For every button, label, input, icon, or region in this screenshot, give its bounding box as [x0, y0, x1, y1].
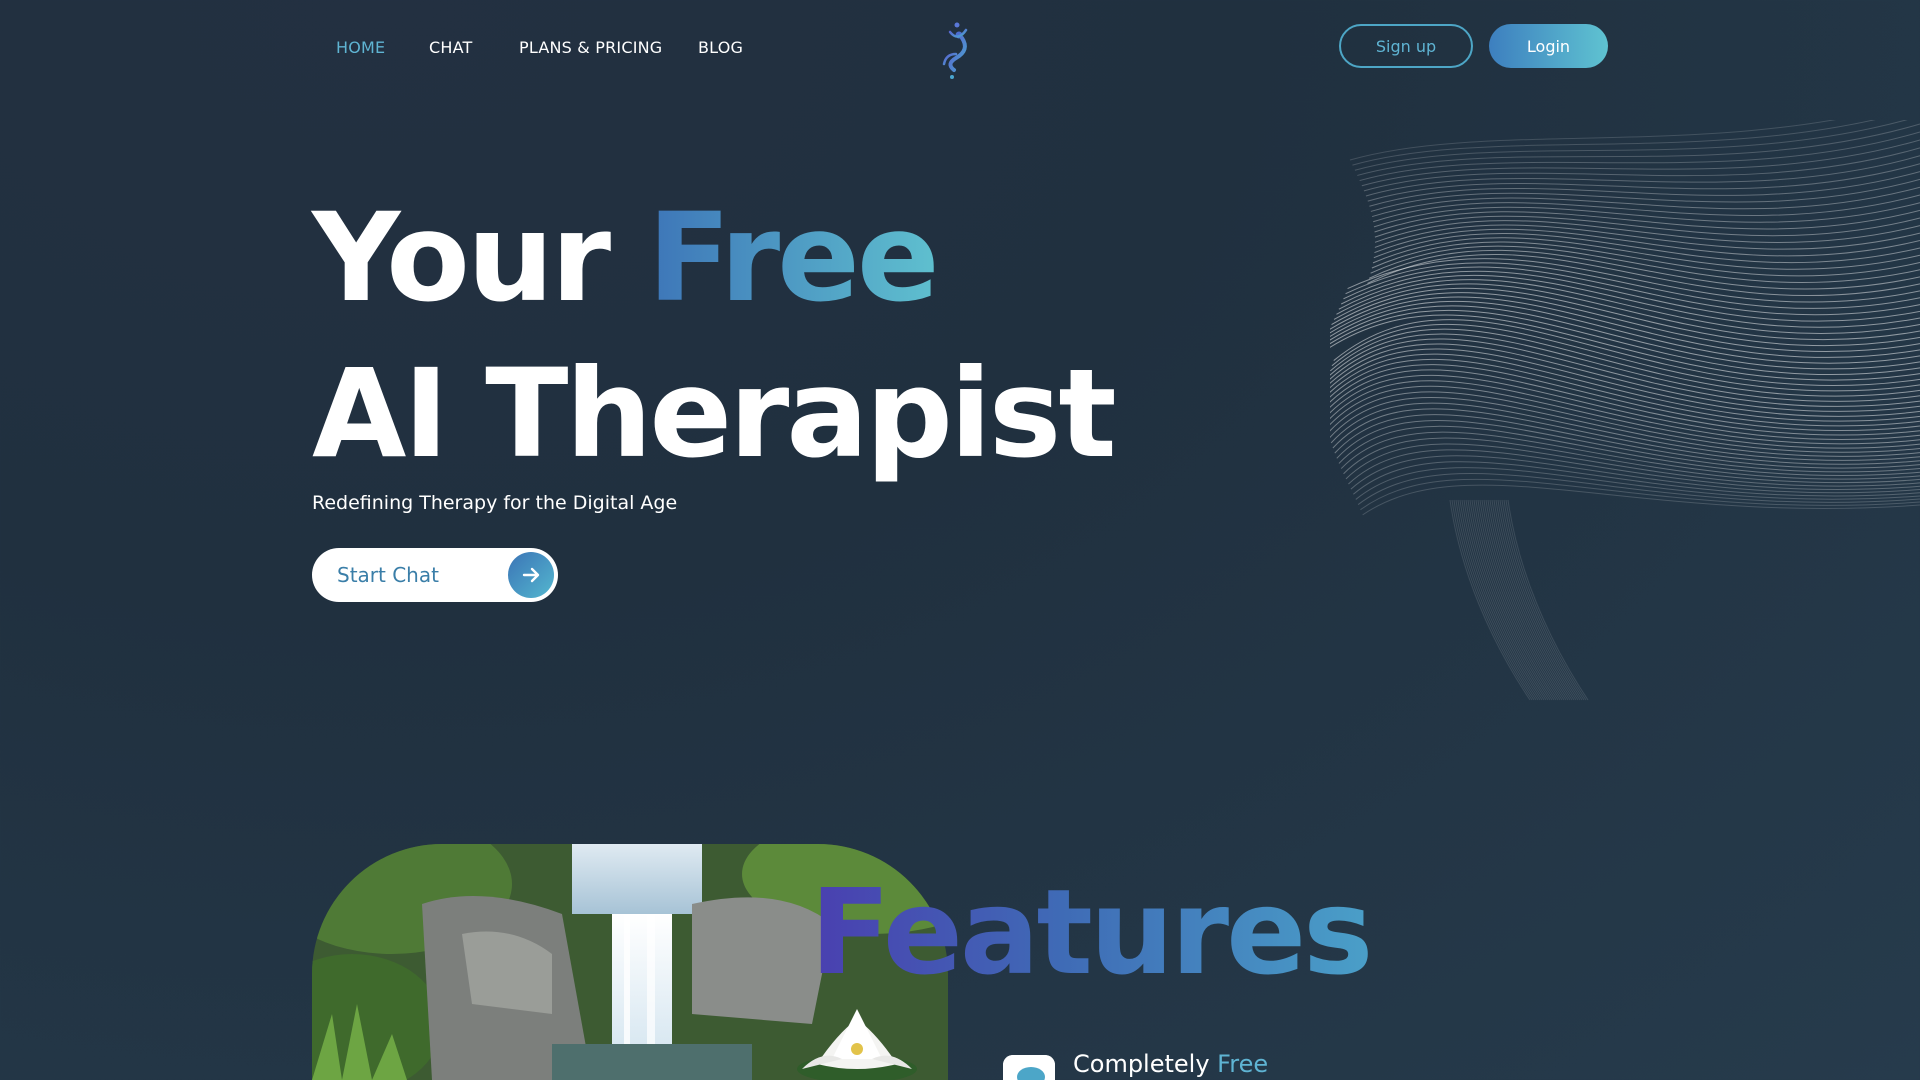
wireframe-face-art	[1317, 99, 1920, 720]
hero-title-line2: AI Therapist	[312, 343, 1117, 485]
logo-icon[interactable]	[932, 20, 982, 82]
signup-button[interactable]: Sign up	[1339, 24, 1473, 68]
hero-subtitle: Redefining Therapy for the Digital Age	[312, 492, 678, 514]
nav-item-blog[interactable]: BLOG	[698, 38, 743, 57]
nav-item-plans-pricing[interactable]: PLANS & PRICING	[519, 38, 662, 57]
hero-title-plain: Your	[312, 187, 648, 329]
start-chat-button[interactable]: Start Chat	[312, 548, 558, 602]
nav-item-home[interactable]: HOME	[336, 38, 385, 57]
feature-label-plain: Completely	[1073, 1050, 1218, 1078]
feature-label-accent: Free	[1217, 1050, 1269, 1078]
start-chat-label: Start Chat	[337, 563, 439, 587]
login-button[interactable]: Login	[1489, 24, 1608, 68]
feature-completely-free: Completely Free	[1073, 1050, 1268, 1078]
hero-title-accent: Free	[647, 187, 939, 329]
chat-bubble-icon	[1003, 1055, 1055, 1080]
features-title: Features	[810, 863, 1373, 1001]
top-navigation: HOME CHAT PLANS & PRICING BLOG Sign up L…	[0, 0, 1920, 94]
nav-item-chat[interactable]: CHAT	[429, 38, 472, 57]
hero-title: Your Free AI Therapist	[312, 180, 1117, 492]
arrow-right-icon	[508, 552, 554, 598]
